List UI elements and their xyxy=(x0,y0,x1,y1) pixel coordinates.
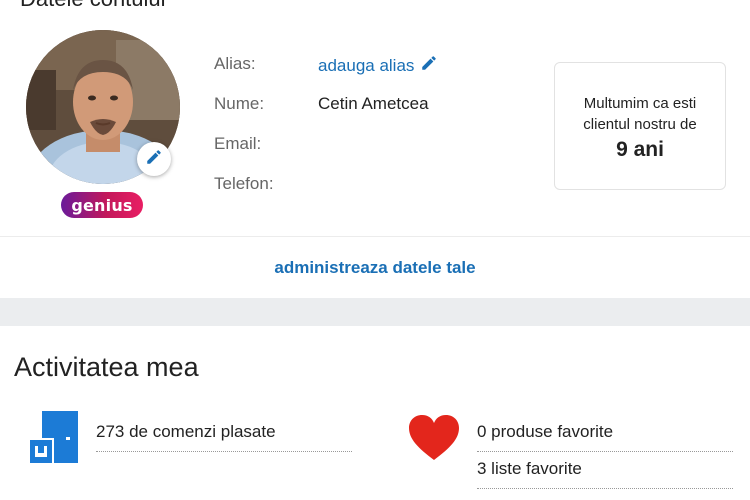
name-label: Nume: xyxy=(214,94,265,113)
loyalty-line-1: Multumim ca esti xyxy=(583,94,697,112)
name-value: Cetin Ametcea xyxy=(318,94,429,113)
loyalty-box: Multumim ca esti clientul nostru de 9 an… xyxy=(554,62,726,190)
loyalty-line-2: clientul nostru de xyxy=(583,115,697,133)
pencil-icon xyxy=(420,54,438,77)
divider xyxy=(0,236,750,237)
activity-title: Activitatea mea xyxy=(14,352,199,382)
add-alias-link[interactable]: adauga alias xyxy=(318,54,438,77)
alias-label: Alias: xyxy=(214,54,256,73)
phone-label: Telefon: xyxy=(214,174,274,193)
email-label: Email: xyxy=(214,134,262,153)
loyalty-years: 9 ani xyxy=(616,137,664,161)
add-alias-text: adauga alias xyxy=(318,55,415,75)
section-separator xyxy=(0,298,750,326)
genius-badge: genius xyxy=(61,192,143,218)
pencil-icon xyxy=(145,148,163,171)
heart-icon xyxy=(408,414,460,467)
alias-value: adauga alias xyxy=(318,54,438,77)
favorite-lists-link[interactable]: 3 liste favorite xyxy=(477,459,733,489)
page-title: Datele contului xyxy=(20,0,166,12)
avatar-edit-button[interactable] xyxy=(137,142,171,176)
door-box-icon xyxy=(28,411,78,472)
favorite-products-link[interactable]: 0 produse favorite xyxy=(477,422,733,452)
avatar-container xyxy=(26,30,180,184)
profile-card: Datele contului xyxy=(0,0,750,298)
orders-link[interactable]: 273 de comenzi plasate xyxy=(96,422,352,452)
manage-data-link[interactable]: administreaza datele tale xyxy=(0,258,750,278)
